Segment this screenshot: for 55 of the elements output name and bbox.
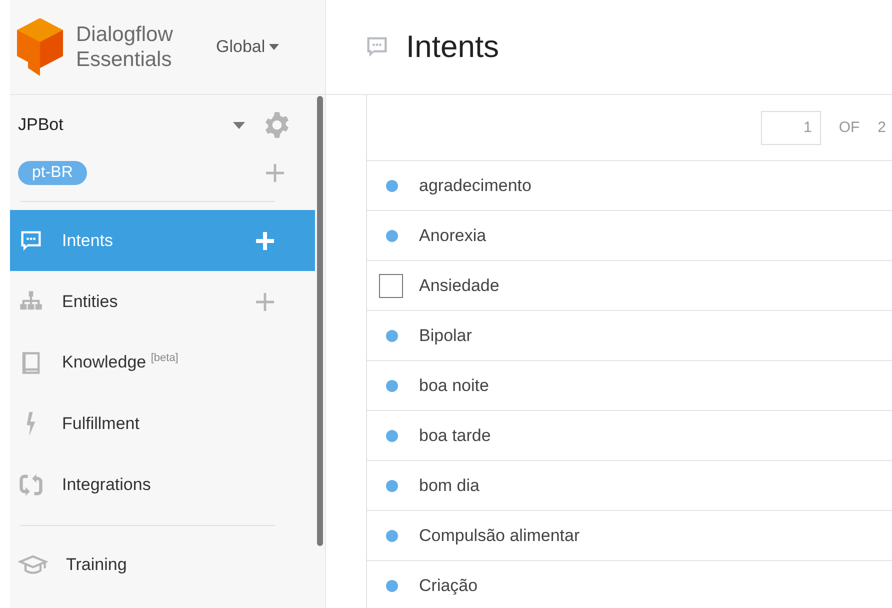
status-dot [386,530,398,542]
pager-label: OF [838,119,860,136]
region-dropdown[interactable]: Global [216,37,280,57]
intent-row[interactable]: boa noite [367,361,892,411]
nav-item[interactable]: Entities [10,271,315,332]
nav-label: Fulfillment [62,414,140,434]
intent-row[interactable]: Compulsão alimentar [367,511,892,561]
intent-name: agradecimento [419,176,532,196]
nav-label: Intents [62,230,114,250]
intent-name: bom dia [419,476,480,496]
status-dot [386,330,398,342]
nav-item[interactable]: Training [10,534,315,595]
checkbox[interactable] [379,274,403,298]
intent-row[interactable]: Criação [367,561,892,608]
intent-row[interactable]: boa tarde [367,411,892,461]
nav-label: Training [66,554,128,574]
intent-name: Criação [419,576,478,596]
status-dot [386,480,398,492]
nav-item[interactable]: Integrations [10,454,315,515]
intent-row[interactable]: Anorexia [367,211,892,261]
status-dot [386,180,398,192]
intent-row[interactable]: Bipolar [367,311,892,361]
caret-icon[interactable] [233,122,245,128]
product-name: Essentials [76,47,173,72]
status-dot [386,230,398,242]
add-icon[interactable] [255,230,275,250]
page-title: Intents [406,29,500,65]
settings-icon[interactable] [263,111,291,139]
nav-label: Entities [62,292,119,312]
sync-icon [18,472,44,498]
intent-name: Compulsão alimentar [419,526,580,546]
logo-icon [14,16,66,78]
intent-row[interactable]: agradecimento [367,161,892,211]
lightning-icon [25,412,37,436]
agent-dropdown[interactable]: JPBot [18,115,233,135]
add-icon[interactable] [255,292,275,312]
intent-name: Bipolar [419,326,472,346]
nav-label: Integrations [62,474,152,494]
intent-name: Ansiedade [419,276,500,296]
add-language-icon[interactable] [265,163,285,183]
page-total: 2 [878,119,886,136]
intent-name: boa tarde [419,426,491,446]
intent-row[interactable]: Ansiedade [367,261,892,311]
nav-item[interactable]: Fulfillment [10,393,315,454]
nav-label: Knowledge $^{[beta]}$ [62,352,180,373]
intent-name: Anorexia [419,226,486,246]
intent-row[interactable]: bom dia [367,461,892,511]
scrollbar[interactable] [317,96,323,546]
product-name: Dialogflow [76,22,174,47]
status-dot [386,380,398,392]
status-dot [386,580,398,592]
intent-name: boa noite [419,376,489,396]
nav-item[interactable]: Knowledge $^{[beta]}$ [10,332,315,393]
status-dot [386,430,398,442]
caret-icon [269,44,280,50]
